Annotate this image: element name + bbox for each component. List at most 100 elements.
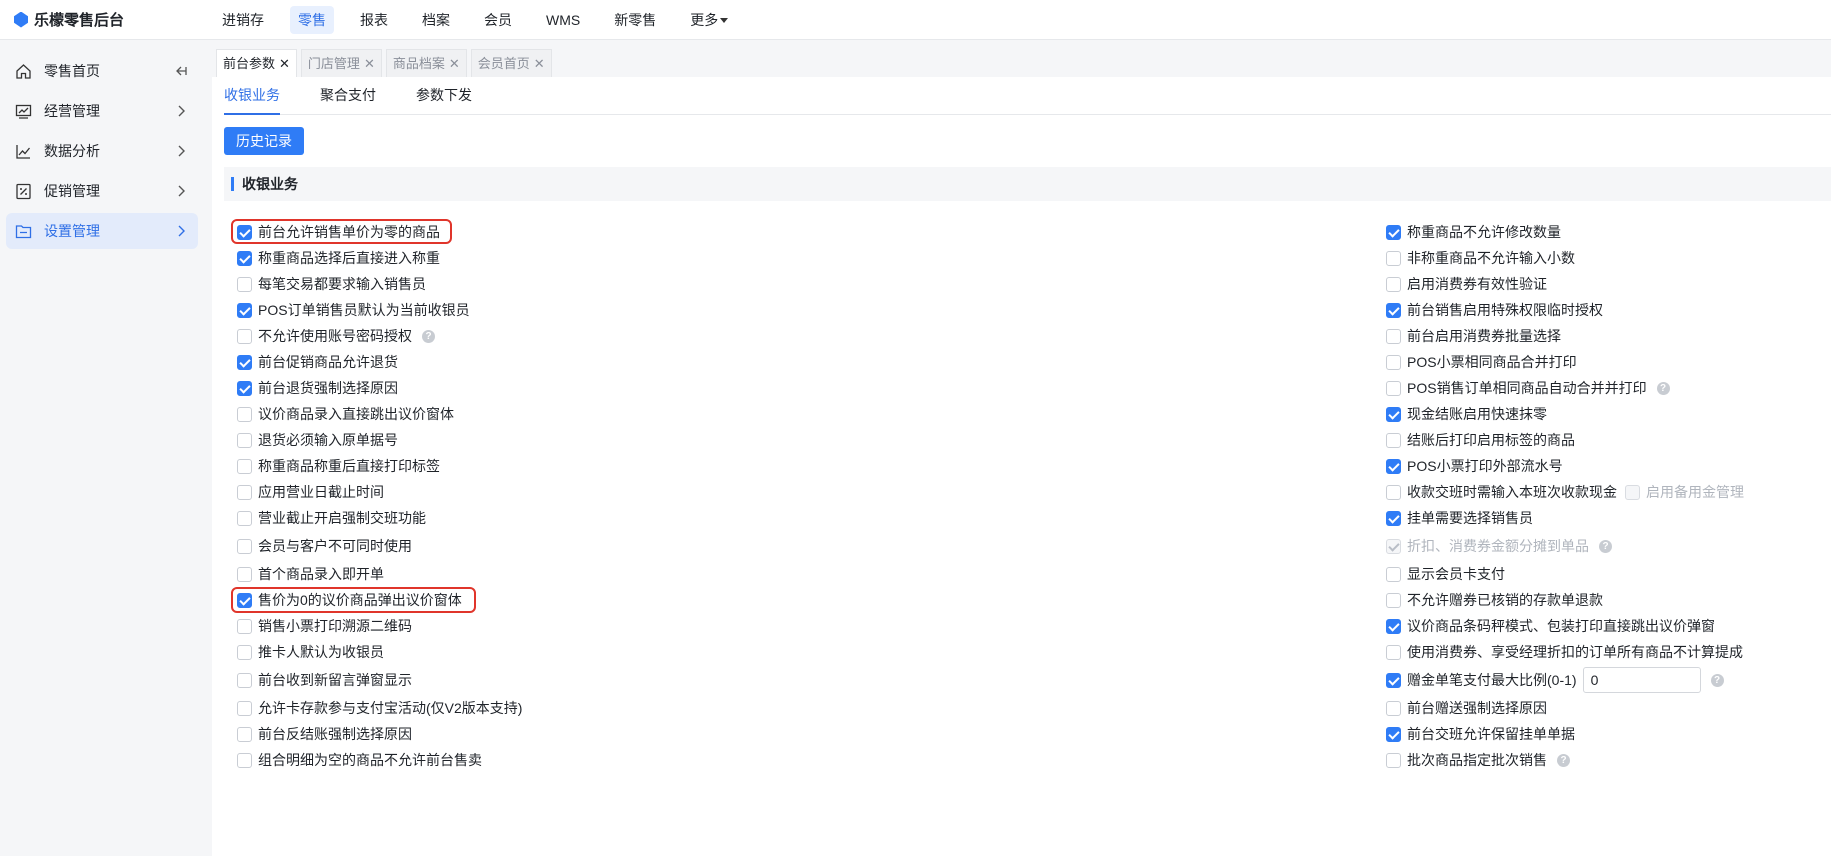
option-barcode-scale-bargain[interactable]: 议价商品条码秤模式、包装打印直接跳出议价弹窗 [1386, 616, 1715, 636]
help-icon[interactable]: ? [1557, 753, 1570, 767]
option-promo-allow-return[interactable]: 前台促销商品允许退货 [237, 352, 398, 372]
option-return-reason[interactable]: 前台退货强制选择原因 [237, 378, 398, 398]
close-icon[interactable]: ✕ [534, 51, 545, 77]
page-tab-member-home[interactable]: 会员首页 ✕ [470, 49, 552, 77]
option-temp-authorization[interactable]: 前台销售启用特殊权限临时授权 [1386, 300, 1603, 320]
checkbox[interactable] [1386, 644, 1401, 660]
sidebar-item-business[interactable]: 经营管理 [6, 93, 198, 129]
checkbox[interactable] [1386, 380, 1401, 396]
option-no-password-auth[interactable]: 不允许使用账号密码授权? [237, 326, 435, 346]
checkbox[interactable] [237, 276, 252, 292]
option-force-shift-change[interactable]: 营业截止开启强制交班功能 [237, 508, 426, 528]
topnav-item-reports[interactable]: 报表 [352, 6, 396, 34]
checkbox[interactable] [1386, 224, 1401, 240]
page-tab-frontend-params[interactable]: 前台参数 ✕ [216, 49, 297, 77]
option-weigh-after-select[interactable]: 称重商品选择后直接进入称重 [237, 248, 440, 268]
option-show-member-card-pay[interactable]: 显示会员卡支付 [1386, 564, 1505, 584]
option-member-customer-exclusive[interactable]: 会员与客户不可同时使用 [237, 536, 412, 556]
checkbox[interactable] [1386, 406, 1401, 422]
option-voucher-validation[interactable]: 启用消费券有效性验证 [1386, 274, 1547, 294]
checkbox[interactable] [1386, 592, 1401, 608]
topnav-item-member[interactable]: 会员 [476, 6, 520, 34]
option-no-commission[interactable]: 使用消费券、享受经理折扣的订单所有商品不计算提成 [1386, 642, 1743, 662]
option-non-weighed-no-decimal[interactable]: 非称重商品不允许输入小数 [1386, 248, 1575, 268]
option-empty-combo-no-sale[interactable]: 组合明细为空的商品不允许前台售卖 [237, 750, 482, 770]
checkbox[interactable] [237, 432, 252, 448]
checkbox[interactable] [1386, 250, 1401, 266]
option-receipt-merge-print[interactable]: POS小票相同商品合并打印 [1386, 352, 1577, 372]
subtab-cashier-business[interactable]: 收银业务 [224, 76, 280, 115]
checkbox[interactable] [237, 510, 252, 526]
max-ratio-input[interactable] [1582, 667, 1701, 693]
topnav-item-archive[interactable]: 档案 [414, 6, 458, 34]
checkbox[interactable] [237, 752, 252, 768]
checkbox[interactable] [237, 302, 252, 318]
checkbox[interactable] [1386, 458, 1401, 474]
page-tab-product-archive[interactable]: 商品档案 ✕ [385, 49, 467, 77]
help-icon[interactable]: ? [1656, 381, 1670, 395]
option-gift-reason[interactable]: 前台赠送强制选择原因 [1386, 698, 1547, 718]
option-keep-hold-orders[interactable]: 前台交班允许保留挂单单据 [1386, 724, 1575, 744]
checkbox[interactable] [237, 328, 252, 344]
option-hold-order-salesperson[interactable]: 挂单需要选择销售员 [1386, 508, 1533, 528]
option-card-pusher-default[interactable]: 推卡人默认为收银员 [237, 642, 384, 662]
topnav-item-wms[interactable]: WMS [538, 6, 588, 34]
option-weighed-no-qty-change[interactable]: 称重商品不允许修改数量 [1386, 222, 1561, 242]
option-pos-default-cashier[interactable]: POS订单销售员默认为当前收银员 [237, 300, 470, 320]
option-print-label-items[interactable]: 结账后打印启用标签的商品 [1386, 430, 1575, 450]
checkbox[interactable] [1386, 276, 1401, 292]
option-print-trace-qr[interactable]: 销售小票打印溯源二维码 [237, 616, 412, 636]
checkbox[interactable] [1386, 566, 1401, 582]
option-order-auto-merge-print[interactable]: POS销售订单相同商品自动合并并打印? [1386, 378, 1670, 398]
checkbox[interactable] [237, 354, 252, 370]
checkbox[interactable] [237, 700, 252, 716]
close-icon[interactable]: ✕ [364, 51, 375, 77]
collapse-sidebar-icon[interactable] [172, 62, 190, 80]
checkbox[interactable] [1386, 752, 1401, 768]
sidebar-item-settings[interactable]: 设置管理 [6, 213, 198, 249]
page-tab-store-management[interactable]: 门店管理 ✕ [300, 49, 382, 77]
checkbox[interactable] [237, 458, 252, 474]
checkbox[interactable] [1386, 510, 1401, 526]
checkbox[interactable] [237, 484, 252, 500]
option-shift-cash-input[interactable]: 收款交班时需输入本班次收款现金 启用备用金管理 [1386, 482, 1744, 502]
checkbox[interactable] [237, 672, 252, 688]
option-cash-quick-round[interactable]: 现金结账启用快速抹零 [1386, 404, 1547, 424]
option-return-original-no[interactable]: 退货必须输入原单据号 [237, 430, 398, 450]
checkbox[interactable] [1386, 726, 1401, 742]
sidebar-item-retail-home[interactable]: 零售首页 [6, 53, 198, 89]
checkbox[interactable] [1386, 328, 1401, 344]
topnav-item-new-retail[interactable]: 新零售 [606, 6, 664, 34]
subtab-aggregated-payment[interactable]: 聚合支付 [320, 76, 376, 114]
topnav-item-jinxiaocun[interactable]: 进销存 [214, 6, 272, 34]
option-print-external-serial[interactable]: POS小票打印外部流水号 [1386, 456, 1563, 476]
option-print-label-after-weigh[interactable]: 称重商品称重后直接打印标签 [237, 456, 440, 476]
close-icon[interactable]: ✕ [449, 51, 460, 77]
checkbox[interactable] [1386, 354, 1401, 370]
option-batch-sales[interactable]: 批次商品指定批次销售? [1386, 750, 1570, 770]
help-icon[interactable]: ? [1599, 539, 1612, 553]
checkbox[interactable] [1386, 672, 1401, 688]
help-icon[interactable]: ? [422, 329, 435, 343]
topnav-item-retail[interactable]: 零售 [290, 5, 334, 34]
checkbox[interactable] [237, 380, 252, 396]
checkbox[interactable] [237, 406, 252, 422]
history-button[interactable]: 历史记录 [224, 127, 304, 155]
checkbox[interactable] [237, 644, 252, 660]
option-reverse-checkout-reason[interactable]: 前台反结账强制选择原因 [237, 724, 412, 744]
checkbox[interactable] [1386, 302, 1401, 318]
checkbox[interactable] [1386, 618, 1401, 634]
checkbox[interactable] [237, 618, 252, 634]
checkbox[interactable] [1386, 484, 1401, 500]
option-new-message-popup[interactable]: 前台收到新留言弹窗显示 [237, 670, 412, 690]
topnav-item-more[interactable]: 更多 [682, 6, 736, 34]
option-bonus-max-ratio[interactable]: 赠金单笔支付最大比例(0-1)? [1386, 667, 1724, 693]
sidebar-item-promotion[interactable]: 促销管理 [6, 173, 198, 209]
option-bargain-popup[interactable]: 议价商品录入直接跳出议价窗体 [237, 404, 454, 424]
option-voucher-batch-select[interactable]: 前台启用消费券批量选择 [1386, 326, 1561, 346]
checkbox[interactable] [1386, 432, 1401, 448]
help-icon[interactable]: ? [1710, 673, 1724, 687]
subtab-param-distribution[interactable]: 参数下发 [416, 76, 472, 114]
option-no-refund-redeemed[interactable]: 不允许赠券已核销的存款单退款 [1386, 590, 1603, 610]
checkbox[interactable] [237, 726, 252, 742]
